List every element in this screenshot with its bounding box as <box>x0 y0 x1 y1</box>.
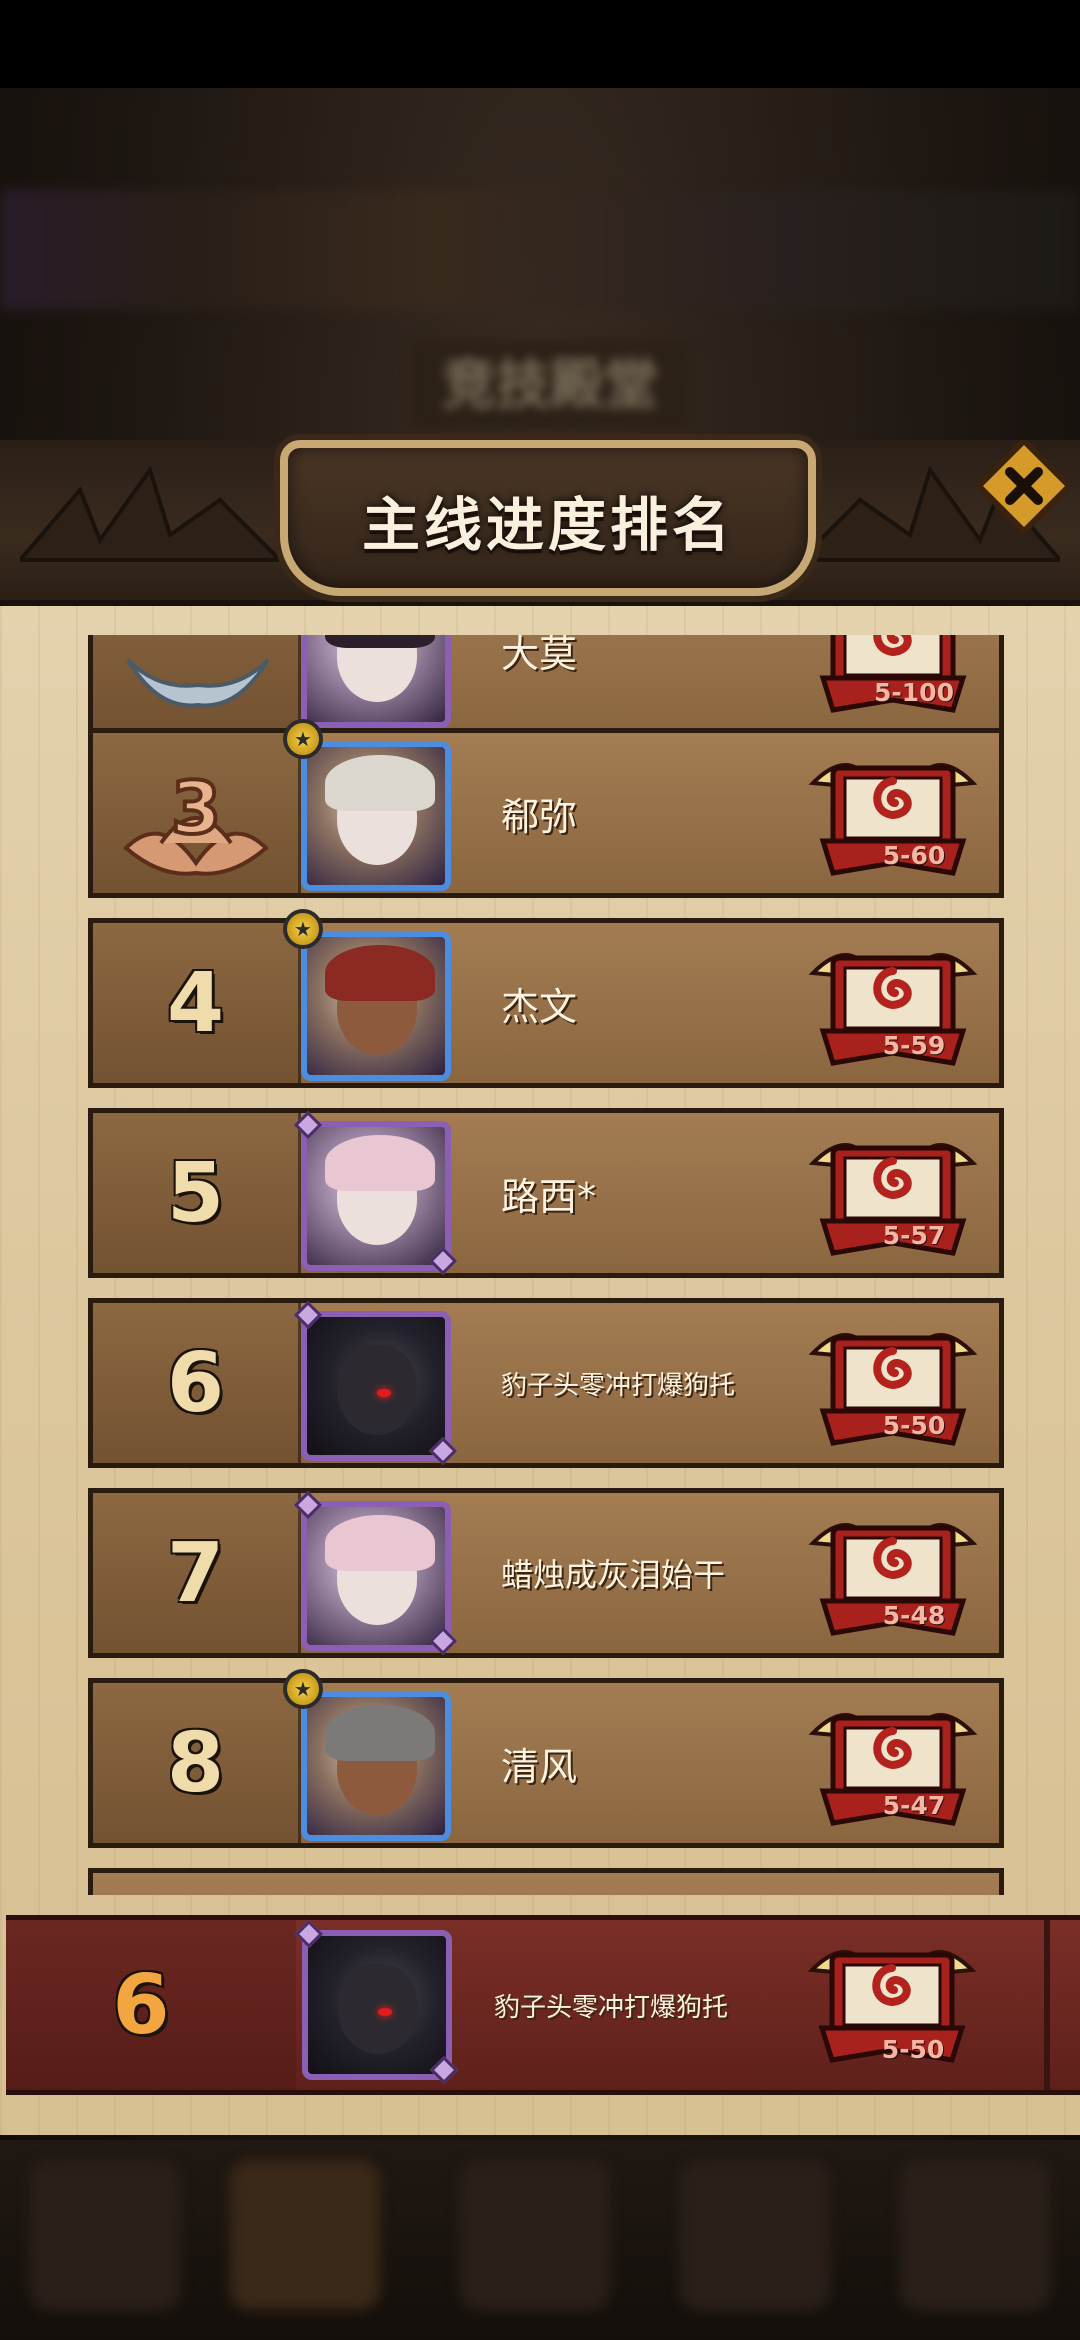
rank-cell: 7 <box>93 1493 301 1653</box>
rank-cell: 8 <box>93 1683 301 1843</box>
player-name: 杰文 <box>501 984 578 1029</box>
avatar <box>301 1691 451 1841</box>
stage-book-icon <box>793 1503 993 1653</box>
list-item[interactable] <box>88 1868 1004 1895</box>
avatar <box>301 635 451 728</box>
rank-number: 6 <box>166 1335 225 1431</box>
my-rank-number: 6 <box>112 1957 170 2053</box>
stage-progress: 5-59 <box>882 1031 946 1060</box>
list-item[interactable]: 4 ★ 杰文 5-59 <box>88 909 1004 1088</box>
stage-progress: 5-100 <box>874 678 954 707</box>
background-tab <box>230 2160 380 2310</box>
rank-cell: 5 <box>93 1113 301 1273</box>
rank-number: 5 <box>166 1145 225 1241</box>
stage-progress: 5-60 <box>882 841 946 870</box>
background-resource-bar <box>0 190 1080 310</box>
close-x-icon[interactable] <box>978 440 1070 532</box>
avatar <box>301 741 451 891</box>
background-title-text: 竞技殿堂 <box>442 353 658 416</box>
ranking-list[interactable]: 大莫 5-100 3 ★ 郗弥 5-60 4 ★ 杰文 5-59 5 路西* 5… <box>0 635 1080 1895</box>
stage-book-icon <box>793 1693 993 1843</box>
star-badge-icon: ★ <box>283 909 323 949</box>
background-tab <box>900 2160 1050 2310</box>
rank-number: 8 <box>166 1715 225 1811</box>
star-badge-icon: ★ <box>283 1669 323 1709</box>
avatar <box>301 931 451 1081</box>
status-bar <box>0 0 1080 88</box>
list-item[interactable]: 8 ★ 清风 5-47 <box>88 1669 1004 1848</box>
my-player-name: 豹子头零冲打爆狗托 <box>494 1992 729 2023</box>
background-tab <box>30 2160 180 2310</box>
stage-book-icon <box>793 1313 993 1463</box>
background-tab <box>680 2160 830 2310</box>
stage-progress: 5-47 <box>882 1791 946 1820</box>
my-row-stripe <box>1044 1920 1050 2090</box>
header-ornament-left <box>20 465 280 562</box>
player-name: 蜡烛成灰泪始干 <box>501 1556 726 1594</box>
player-name: 大莫 <box>501 635 578 676</box>
rank-cell: 4 <box>93 923 301 1083</box>
player-name: 路西* <box>501 1174 597 1219</box>
avatar <box>301 1501 451 1651</box>
my-rank-row[interactable]: 6 豹子头零冲打爆狗托 5-50 <box>6 1915 1080 2095</box>
stage-progress: 5-57 <box>882 1221 946 1250</box>
page-title: 主线进度排名 <box>361 491 734 559</box>
avatar <box>301 1121 451 1271</box>
rank-cell: 3 <box>93 733 301 893</box>
stage-progress: 5-50 <box>882 1411 946 1440</box>
silver-rank-emblem-icon <box>126 658 270 708</box>
stage-book-icon <box>793 743 993 893</box>
list-item[interactable]: 7 蜡烛成灰泪始干 5-48 <box>88 1488 1004 1658</box>
my-stage-progress: 5-50 <box>881 2035 945 2064</box>
rank-number: 7 <box>166 1525 225 1621</box>
stage-book-icon <box>793 933 993 1083</box>
my-avatar <box>302 1930 452 2080</box>
rank-cell: 6 <box>93 1303 301 1463</box>
list-item[interactable]: 大莫 5-100 <box>88 635 1004 735</box>
player-name: 清风 <box>501 1744 578 1789</box>
stage-book-icon <box>793 1123 993 1273</box>
my-rank-cell: 6 <box>6 1920 296 2090</box>
rank-cell <box>93 635 301 730</box>
list-item[interactable]: 3 ★ 郗弥 5-60 <box>88 719 1004 898</box>
background-title: 竞技殿堂 <box>410 340 690 430</box>
avatar <box>301 1311 451 1461</box>
stage-progress: 5-48 <box>882 1601 946 1630</box>
list-item[interactable]: 6 豹子头零冲打爆狗托 5-50 <box>88 1298 1004 1468</box>
player-name: 郗弥 <box>501 794 578 839</box>
bronze-rank-3-emblem-icon: 3 <box>123 764 269 876</box>
background-tab <box>460 2160 610 2310</box>
player-name: 豹子头零冲打爆狗托 <box>501 1370 736 1401</box>
star-badge-icon: ★ <box>283 719 323 759</box>
list-item[interactable]: 5 路西* 5-57 <box>88 1108 1004 1278</box>
rank-number: 4 <box>166 955 225 1051</box>
svg-text:3: 3 <box>171 766 221 850</box>
